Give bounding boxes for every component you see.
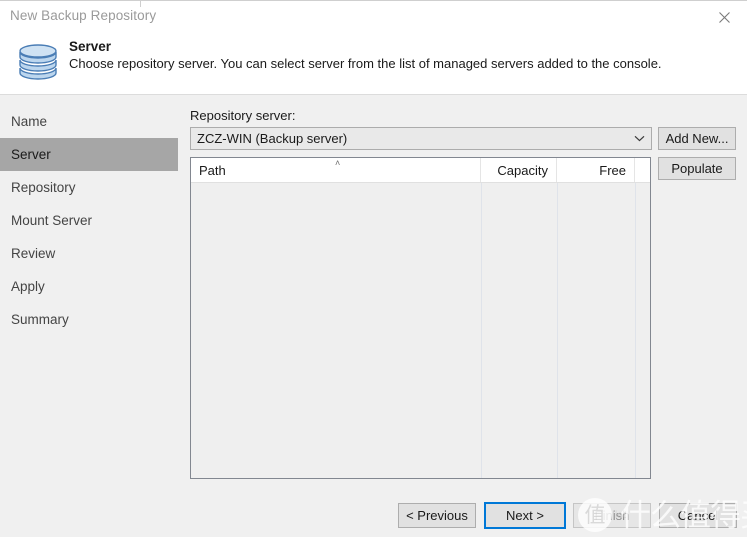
sidebar-item-name[interactable]: Name (0, 105, 178, 138)
close-icon[interactable] (701, 2, 747, 32)
sidebar-item-label: Name (11, 114, 48, 129)
sidebar-item-label: Review (11, 246, 56, 261)
column-header-spacer (635, 158, 650, 182)
sidebar-item-label: Mount Server (11, 213, 93, 228)
repository-database-icon (14, 37, 62, 87)
grid-line (481, 183, 482, 478)
chevron-down-icon (627, 135, 651, 142)
next-button[interactable]: Next > (484, 502, 566, 529)
cancel-button[interactable]: Cancel (659, 503, 737, 528)
sidebar-item-apply[interactable]: Apply (0, 270, 178, 303)
sort-ascending-icon: ˄ (335, 158, 341, 168)
populate-button[interactable]: Populate (658, 157, 736, 180)
sidebar-item-label: Summary (11, 312, 69, 327)
sidebar-item-label: Repository (11, 180, 76, 195)
sidebar-item-mount-server[interactable]: Mount Server (0, 204, 178, 237)
sidebar-item-repository[interactable]: Repository (0, 171, 178, 204)
repository-paths-list[interactable]: Path ˄ Capacity Free (190, 157, 651, 479)
list-body-empty[interactable] (191, 183, 650, 478)
title-bar-seam (140, 1, 141, 7)
column-header-label: Capacity (497, 162, 548, 178)
page-title: Server (69, 39, 112, 54)
sidebar-item-server[interactable]: Server (0, 138, 178, 171)
wizard-steps-sidebar: Name Server Repository Mount Server Revi… (0, 96, 178, 537)
column-header-path[interactable]: Path ˄ (191, 158, 481, 182)
sidebar-item-summary[interactable]: Summary (0, 303, 178, 336)
list-header-row: Path ˄ Capacity Free (191, 158, 650, 183)
repository-server-value: ZCZ-WIN (Backup server) (197, 131, 348, 146)
sidebar-item-review[interactable]: Review (0, 237, 178, 270)
grid-line (557, 183, 558, 478)
column-header-free[interactable]: Free (557, 158, 635, 182)
new-backup-repository-dialog: New Backup Repository Server Choose repo… (0, 0, 747, 537)
previous-button[interactable]: < Previous (398, 503, 476, 528)
sidebar-item-label: Server (11, 147, 51, 162)
title-bar: New Backup Repository (0, 0, 747, 31)
repository-server-select[interactable]: ZCZ-WIN (Backup server) (190, 127, 652, 150)
column-header-capacity[interactable]: Capacity (481, 158, 557, 182)
sidebar-item-label: Apply (11, 279, 45, 294)
finish-button: Finish (573, 503, 651, 528)
dialog-header: Server Choose repository server. You can… (0, 31, 747, 95)
repository-server-label: Repository server: (190, 108, 296, 123)
window-title: New Backup Repository (10, 8, 157, 23)
grid-line (635, 183, 636, 478)
column-header-label: Path (199, 162, 226, 178)
add-new-button[interactable]: Add New... (658, 127, 736, 150)
column-header-label: Free (599, 162, 626, 178)
page-description: Choose repository server. You can select… (69, 56, 662, 71)
